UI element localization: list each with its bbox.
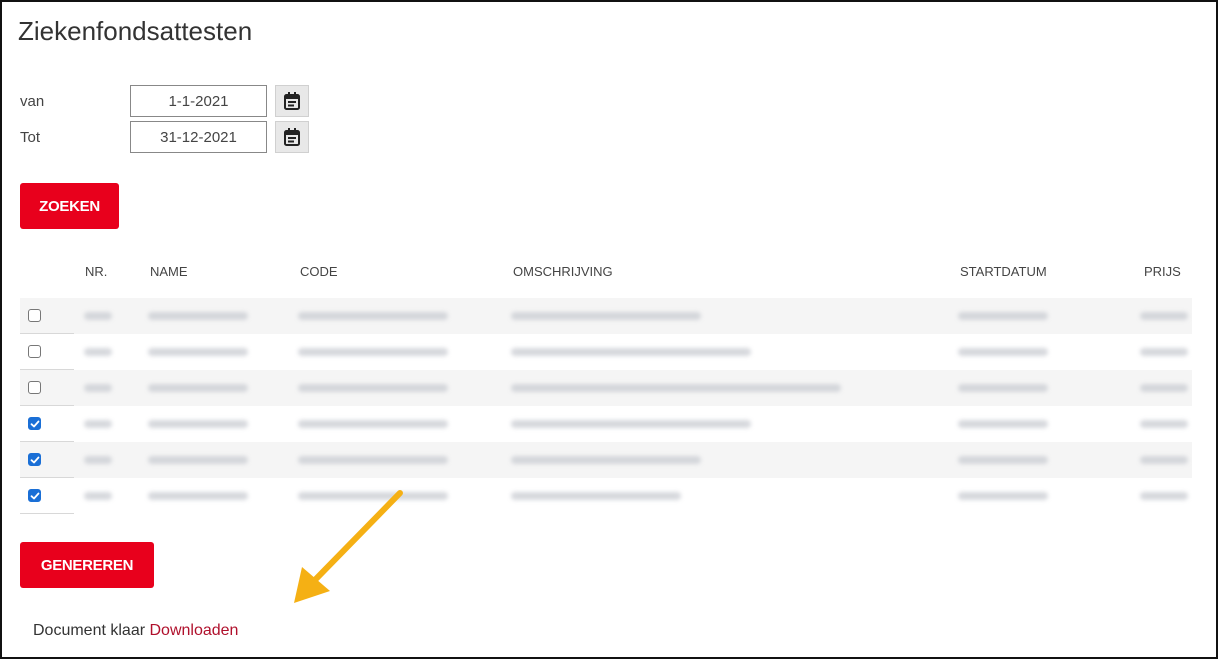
header-nr: NR. (85, 264, 108, 279)
redacted-cell (958, 348, 1048, 356)
redacted-cell (511, 348, 751, 356)
redacted-cell (958, 420, 1048, 428)
table-row (20, 478, 1192, 514)
redacted-cell (1140, 384, 1188, 392)
redacted-cell (84, 312, 112, 320)
redacted-cell (298, 420, 448, 428)
redacted-cell (84, 492, 112, 500)
table-row (20, 334, 1192, 370)
redacted-cell (298, 348, 448, 356)
redacted-cell (148, 456, 248, 464)
redacted-cell (1140, 492, 1188, 500)
row-select-cell (20, 334, 74, 370)
row-checkbox[interactable] (28, 381, 41, 394)
status-line: Document klaar Downloaden (33, 622, 238, 640)
redacted-cell (958, 384, 1048, 392)
checkmark-icon (30, 492, 39, 499)
row-select-cell (20, 406, 74, 442)
redacted-cell (958, 456, 1048, 464)
redacted-cell (511, 312, 701, 320)
calendar-icon (284, 128, 300, 146)
from-date-input[interactable] (130, 85, 267, 117)
row-checkbox[interactable] (28, 309, 41, 322)
redacted-cell (1140, 456, 1188, 464)
table-row (20, 406, 1192, 442)
redacted-cell (958, 312, 1048, 320)
redacted-cell (84, 348, 112, 356)
redacted-cell (511, 384, 841, 392)
from-label: van (20, 93, 45, 110)
row-checkbox[interactable] (28, 453, 41, 466)
to-calendar-button[interactable] (275, 121, 309, 153)
row-select-cell (20, 370, 74, 406)
redacted-cell (148, 348, 248, 356)
download-link[interactable]: Downloaden (150, 622, 239, 639)
redacted-cell (84, 456, 112, 464)
redacted-cell (298, 456, 448, 464)
checkmark-icon (30, 420, 39, 427)
from-calendar-button[interactable] (275, 85, 309, 117)
status-text: Document klaar (33, 622, 146, 639)
header-name: NAME (150, 264, 188, 279)
to-label: Tot (20, 129, 41, 146)
to-date-input[interactable] (130, 121, 267, 153)
redacted-cell (148, 312, 248, 320)
redacted-cell (1140, 312, 1188, 320)
checkmark-icon (30, 456, 39, 463)
row-select-cell (20, 298, 74, 334)
redacted-cell (1140, 420, 1188, 428)
generate-button[interactable]: GENEREREN (20, 542, 154, 588)
redacted-cell (298, 384, 448, 392)
page-frame: Ziekenfondsattesten van Tot ZOEKEN NR. N… (0, 0, 1218, 659)
redacted-cell (298, 312, 448, 320)
row-checkbox[interactable] (28, 489, 41, 502)
row-select-cell (20, 442, 74, 478)
row-checkbox[interactable] (28, 345, 41, 358)
row-checkbox[interactable] (28, 417, 41, 430)
redacted-cell (511, 492, 681, 500)
table-row (20, 370, 1192, 406)
search-button[interactable]: ZOEKEN (20, 183, 119, 229)
table-row (20, 442, 1192, 478)
redacted-cell (511, 456, 701, 464)
redacted-cell (148, 420, 248, 428)
row-select-cell (20, 478, 74, 514)
header-price: PRIJS (1144, 264, 1181, 279)
redacted-cell (84, 420, 112, 428)
calendar-icon (284, 92, 300, 110)
header-start-date: STARTDATUM (960, 264, 1047, 279)
redacted-cell (511, 420, 751, 428)
redacted-cell (148, 384, 248, 392)
page-title: Ziekenfondsattesten (18, 16, 253, 46)
table-row (20, 298, 1192, 334)
redacted-cell (1140, 348, 1188, 356)
annotation-arrow-icon (294, 490, 403, 603)
redacted-cell (148, 492, 248, 500)
redacted-cell (84, 384, 112, 392)
header-code: CODE (300, 264, 338, 279)
header-description: OMSCHRIJVING (513, 264, 613, 279)
redacted-cell (958, 492, 1048, 500)
